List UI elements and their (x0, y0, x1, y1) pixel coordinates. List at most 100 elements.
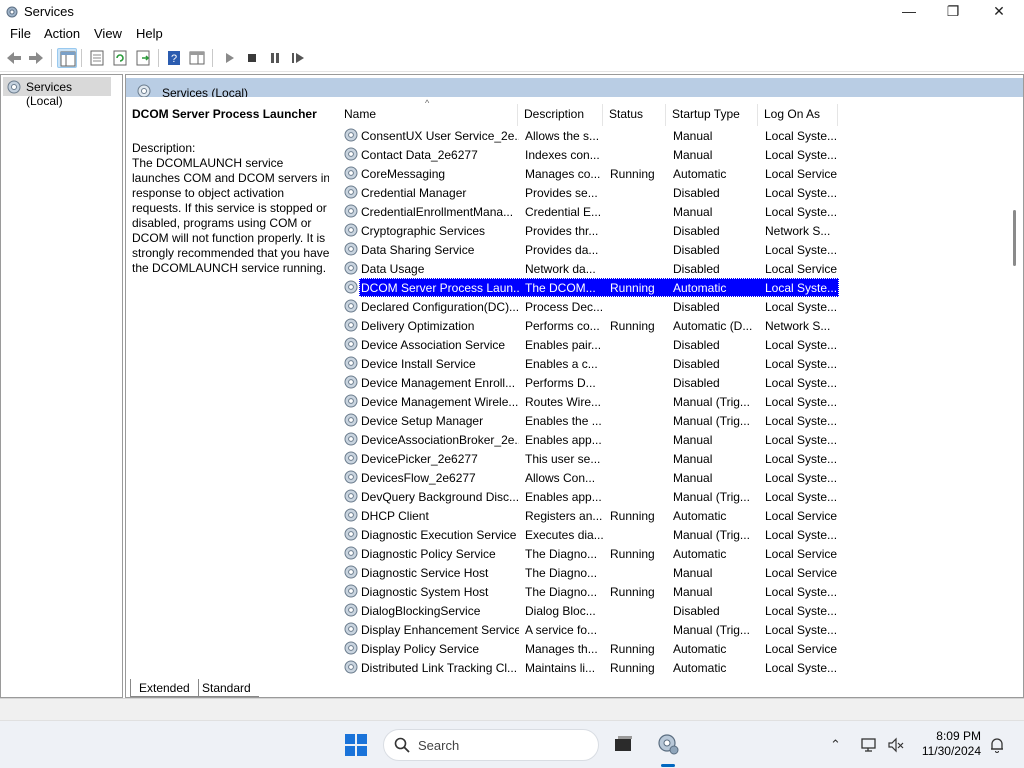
table-row[interactable]: DialogBlockingService Dialog Bloc... Disab… (343, 601, 839, 620)
scrollbar-thumb[interactable] (1013, 210, 1016, 266)
table-row[interactable]: Data Usage Network da... Disabled Local Ser… (343, 259, 839, 278)
menu-action[interactable]: Action (44, 26, 80, 41)
table-row[interactable]: Distributed Link Tracking Cl... Maintains… (343, 658, 839, 677)
export-list-button[interactable] (133, 48, 153, 68)
volume-muted-icon[interactable] (887, 736, 905, 754)
close-button[interactable]: ✕ (976, 0, 1022, 24)
table-row[interactable]: Display Enhancement Service A service fo.… (343, 620, 839, 639)
service-log-on-as: Local Service (765, 509, 837, 523)
action-pane-button[interactable] (187, 48, 207, 68)
table-row[interactable]: Device Management Enroll... Performs D...… (343, 373, 839, 392)
column-header-name[interactable]: Name (344, 107, 376, 121)
column-header-description[interactable]: Description (524, 107, 584, 121)
start-service-button[interactable] (219, 48, 239, 68)
service-description: Manages th... (525, 642, 598, 656)
table-row[interactable]: DHCP Client Registers an... Running Automat… (343, 506, 839, 525)
service-description: Maintains li... (525, 661, 596, 675)
gear-icon (344, 375, 358, 389)
table-row[interactable]: Cryptographic Services Provides thr... Dis… (343, 221, 839, 240)
table-row[interactable]: DeviceAssociationBroker_2e... Enables app… (343, 430, 839, 449)
service-status: Running (610, 585, 655, 599)
table-row[interactable]: DevicePicker_2e6277 This user se... Manual… (343, 449, 839, 468)
pause-service-button[interactable] (265, 48, 285, 68)
column-header-log-on-as[interactable]: Log On As (764, 107, 820, 121)
table-row[interactable]: Diagnostic System Host The Diagno... Runni… (343, 582, 839, 601)
service-log-on-as: Local Syste... (765, 300, 837, 314)
gear-icon (344, 242, 358, 256)
table-row[interactable]: Contact Data_2e6277 Indexes con... Manual L… (343, 145, 839, 164)
pane-body: DCOM Server Process Launcher Description… (126, 97, 1023, 677)
restart-service-button[interactable] (288, 48, 308, 68)
maximize-button[interactable]: ❐ (930, 0, 976, 24)
tab-extended[interactable]: Extended (130, 679, 199, 697)
menu-view[interactable]: View (94, 26, 122, 41)
gear-icon (7, 80, 21, 94)
service-startup-type: Disabled (673, 300, 720, 314)
service-name: Diagnostic Service Host (361, 566, 489, 580)
minimize-button[interactable]: — (886, 0, 932, 24)
selected-service-title: DCOM Server Process Launcher (132, 107, 317, 121)
table-row[interactable]: Declared Configuration(DC)... Process Dec… (343, 297, 839, 316)
show-hide-console-tree-button[interactable] (57, 48, 77, 68)
services-app-icon[interactable] (655, 731, 681, 757)
console-tree: Services (Local) (0, 74, 123, 698)
table-row[interactable]: Diagnostic Execution Service Executes dia… (343, 525, 839, 544)
table-row[interactable]: Diagnostic Service Host The Diagno... Manu… (343, 563, 839, 582)
menu-file[interactable]: File (10, 26, 31, 41)
help-button[interactable]: ? (164, 48, 184, 68)
system-clock[interactable]: 8:09 PM 11/30/2024 (915, 729, 981, 759)
service-startup-type: Manual (Trig... (673, 414, 750, 428)
service-name: CoreMessaging (361, 167, 446, 181)
search-placeholder: Search (418, 738, 460, 753)
help-icon: ? (168, 51, 180, 65)
service-status: Running (610, 167, 655, 181)
service-status: Running (610, 547, 655, 561)
task-view-icon[interactable] (610, 731, 636, 757)
service-log-on-as: Network S... (765, 224, 831, 238)
gear-icon (344, 413, 358, 427)
table-row[interactable]: Device Setup Manager Enables the ... Manua… (343, 411, 839, 430)
column-header-startup-type[interactable]: Startup Type (672, 107, 740, 121)
service-name: Diagnostic System Host (361, 585, 489, 599)
table-row[interactable]: Diagnostic Policy Service The Diagno... Ru… (343, 544, 839, 563)
taskbar-search-box[interactable]: Search (383, 729, 599, 761)
service-description: Indexes con... (525, 148, 600, 162)
column-header-status[interactable]: Status (609, 107, 643, 121)
services-pane: Services (Local) DCOM Server Process Lau… (125, 74, 1024, 698)
table-row[interactable]: CoreMessaging Manages co... Running Automat… (343, 164, 839, 183)
table-row[interactable]: Device Association Service Enables pair..… (343, 335, 839, 354)
table-row[interactable]: DevQuery Background Disc... Enables app..… (343, 487, 839, 506)
service-name: Declared Configuration(DC)... (361, 300, 519, 314)
notification-bell-icon[interactable] (988, 736, 1006, 754)
table-row[interactable]: Credential Manager Provides se... Disabled… (343, 183, 839, 202)
table-row[interactable]: DevicesFlow_2e6277 Allows Con... Manual Loc… (343, 468, 839, 487)
table-row[interactable]: Device Install Service Enables a c... Disa… (343, 354, 839, 373)
properties-button[interactable] (87, 48, 107, 68)
chevron-up-icon[interactable]: ⌃ (830, 737, 841, 753)
gear-icon (344, 223, 358, 237)
vertical-scrollbar[interactable] (1006, 127, 1023, 697)
table-row[interactable]: CredentialEnrollmentMana... Credential E.… (343, 202, 839, 221)
refresh-button[interactable] (110, 48, 130, 68)
table-row[interactable]: Device Management Wirele... Routes Wire..… (343, 392, 839, 411)
tree-node-services-local[interactable]: Services (Local) (3, 77, 111, 108)
gear-icon (344, 185, 358, 199)
service-startup-type: Automatic (673, 547, 727, 561)
table-row[interactable]: Display Policy Service Manages th... Runni… (343, 639, 839, 658)
forward-button[interactable] (26, 48, 46, 68)
windows-start-icon[interactable] (345, 734, 367, 756)
back-button[interactable] (4, 48, 24, 68)
network-icon[interactable] (860, 736, 878, 754)
table-row[interactable]: Data Sharing Service Provides da... Disabl… (343, 240, 839, 259)
table-row[interactable]: Delivery Optimization Performs co... Runni… (343, 316, 839, 335)
menu-help[interactable]: Help (136, 26, 163, 41)
tab-standard[interactable]: Standard (194, 679, 259, 697)
stop-service-button[interactable] (242, 48, 262, 68)
service-startup-type: Manual (673, 566, 713, 580)
service-startup-type: Manual (673, 433, 713, 447)
table-row[interactable]: ConsentUX User Service_2e... Allows the s… (343, 126, 839, 145)
service-description: Enables app... (525, 433, 602, 447)
sort-ascending-icon: ^ (425, 98, 430, 108)
service-startup-type: Manual (Trig... (673, 395, 750, 409)
table-row[interactable]: DCOM Server Process Laun... The DCOM... Ru… (343, 278, 839, 297)
